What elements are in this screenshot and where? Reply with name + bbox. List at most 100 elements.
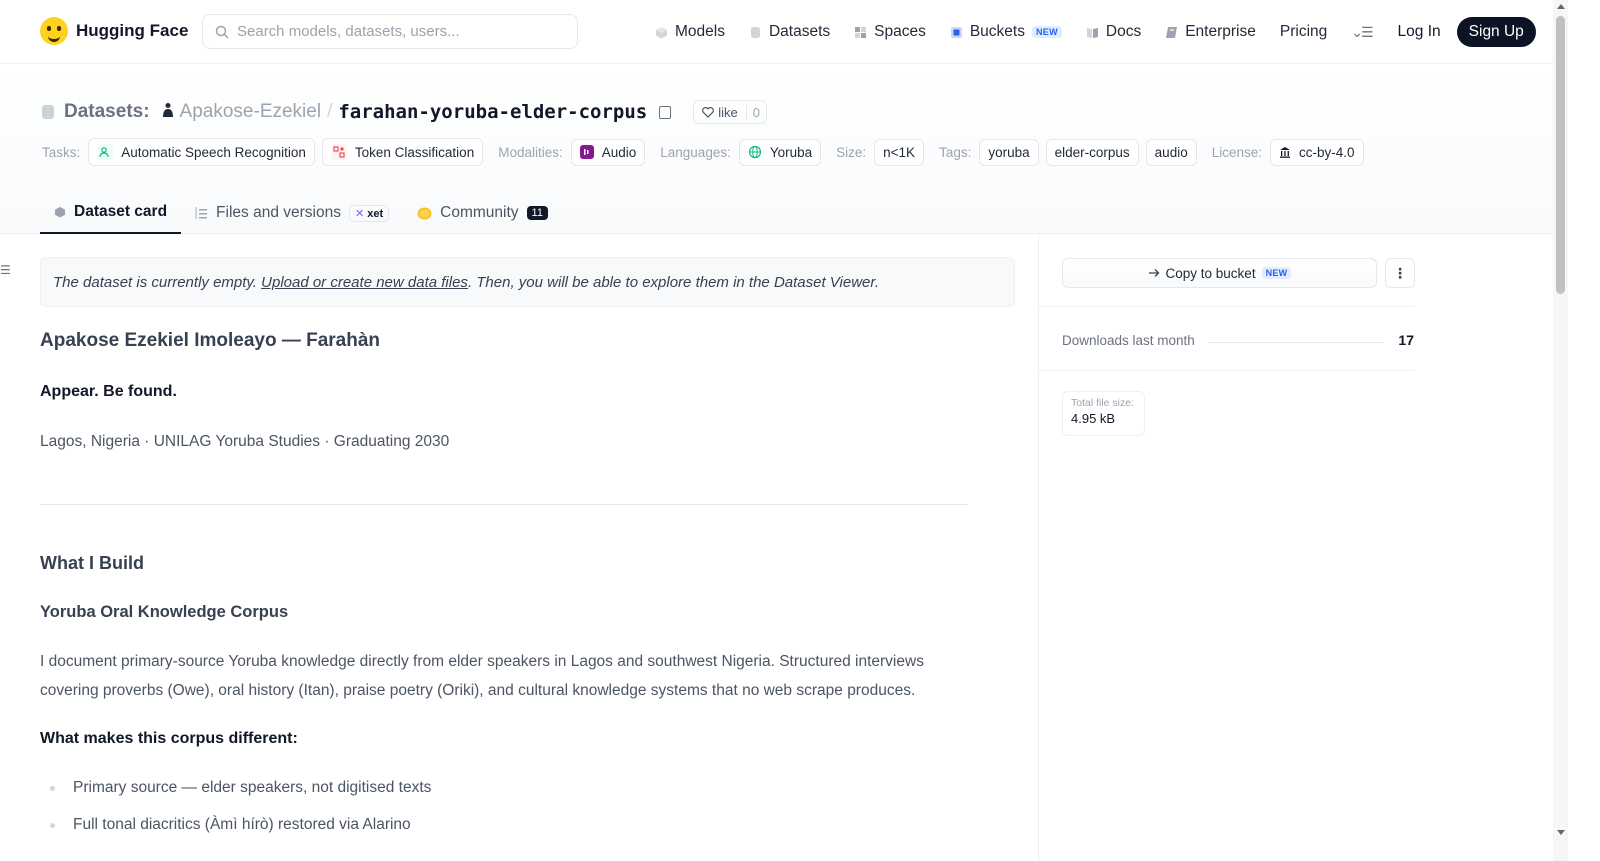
license-chip[interactable]: cc-by-4.0 <box>1270 138 1364 166</box>
repo-title-row: Datasets: Apakose-Ezekiel / farahan-yoru… <box>42 100 767 124</box>
nav-pricing-label: Pricing <box>1279 23 1328 40</box>
tag-label: audio <box>1154 144 1188 160</box>
tasks-label: Tasks: <box>42 144 81 160</box>
language-label: Yoruba <box>769 144 813 160</box>
heart-icon <box>702 106 715 118</box>
tab-files-label: Files and versions <box>216 204 341 221</box>
downloads-label: Downloads last month <box>1062 332 1195 348</box>
toc-toggle-icon[interactable]: ☰ <box>0 263 11 277</box>
audio-icon <box>579 145 594 159</box>
database-icon <box>42 105 54 119</box>
tags-label: Tags: <box>939 144 972 160</box>
cube-icon <box>656 26 667 38</box>
repo-name[interactable]: farahan-yoruba-elder-corpus <box>338 101 647 123</box>
xet-icon: ✕ <box>354 207 365 220</box>
globe-icon <box>748 145 761 159</box>
like-label-group: like <box>694 105 746 120</box>
copy-to-bucket-button[interactable]: Copy to bucket NEW <box>1062 258 1377 288</box>
nav-datasets[interactable]: Datasets <box>749 23 830 41</box>
user-avatar-icon <box>162 101 174 123</box>
path-separator: / <box>327 101 333 122</box>
nav-pricing[interactable]: Pricing <box>1280 23 1327 41</box>
like-button[interactable]: like 0 <box>693 100 767 124</box>
repo-type-label[interactable]: Datasets: <box>64 101 150 123</box>
grid-icon <box>855 26 867 38</box>
downloads-sparkline <box>1208 341 1385 343</box>
file-size-label: Total file size: <box>1071 397 1135 409</box>
section-divider <box>40 504 968 505</box>
search-input[interactable] <box>237 23 557 40</box>
nav-docs[interactable]: Docs <box>1086 23 1141 41</box>
more-options-icon[interactable]: ⋮ <box>1385 258 1415 288</box>
scroll-thumb[interactable] <box>1556 16 1565 294</box>
nav-spaces-label: Spaces <box>874 23 926 40</box>
login-link[interactable]: Log In <box>1398 23 1441 41</box>
scroll-up-icon[interactable] <box>1557 4 1565 9</box>
task-chip-asr[interactable]: Automatic Speech Recognition <box>88 138 315 166</box>
task-token-label: Token Classification <box>354 144 475 160</box>
tab-community-label: Community <box>440 204 519 221</box>
nav-enterprise[interactable]: Enterprise <box>1165 23 1256 41</box>
nav-links: Models Datasets Spaces Buckets NEW Docs … <box>655 0 1536 64</box>
sidebar-divider-2 <box>1038 370 1414 371</box>
hugging-face-logo-icon <box>40 17 68 45</box>
new-badge: NEW <box>1031 26 1062 38</box>
notice-suffix: . Then, you will be able to explore them… <box>467 273 879 291</box>
list-item: Full tonal diacritics (Àmì hírò) restore… <box>40 813 431 850</box>
tag-label: yoruba <box>988 144 1030 160</box>
brand-name: Hugging Face <box>76 21 189 40</box>
nav-buckets-label: Buckets <box>969 23 1025 40</box>
task-chip-token-classification[interactable]: Token Classification <box>321 138 484 166</box>
differences-list: Primary source — elder speakers, not dig… <box>40 776 431 850</box>
sidebar-divider-1 <box>1038 306 1414 307</box>
size-value: n<1K <box>883 144 916 160</box>
modality-chip-audio[interactable]: Audio <box>570 138 646 166</box>
corpus-description: I document primary-source Yoruba knowled… <box>40 653 924 699</box>
tag-chip-yoruba[interactable]: yoruba <box>979 138 1039 166</box>
like-count: 0 <box>745 104 766 120</box>
search-box[interactable] <box>202 14 578 49</box>
book-icon <box>1086 27 1098 38</box>
tab-dataset-card-label: Dataset card <box>74 203 168 220</box>
tab-files-and-versions[interactable]: Files and versions ✕ xet <box>181 192 403 234</box>
tab-dataset-card[interactable]: Dataset card <box>40 192 182 234</box>
modalities-label: Modalities: <box>498 144 563 160</box>
community-count-badge: 11 <box>526 206 548 220</box>
copy-to-bucket-label: Copy to bucket <box>1165 265 1256 281</box>
list-item: Primary source — elder speakers, not dig… <box>40 776 431 813</box>
location-text: Lagos, Nigeria · UNILAG Yoruba Studies ·… <box>40 433 450 450</box>
signup-button[interactable]: Sign Up <box>1456 17 1536 47</box>
copy-icon[interactable] <box>659 105 672 119</box>
tag-chip-audio[interactable]: audio <box>1145 138 1197 166</box>
tab-community[interactable]: Community 11 <box>403 192 562 234</box>
languages-label: Languages: <box>660 144 731 160</box>
license-icon <box>1280 147 1291 158</box>
tag-chip-elder-corpus[interactable]: elder-corpus <box>1045 138 1139 166</box>
task-asr-label: Automatic Speech Recognition <box>121 144 306 160</box>
nav-spaces[interactable]: Spaces <box>854 23 926 41</box>
downloads-value: 17 <box>1398 332 1414 348</box>
xet-badge: ✕ xet <box>348 204 390 222</box>
file-size-value: 4.95 kB <box>1071 411 1116 426</box>
token-classification-icon <box>330 144 347 160</box>
nav-models[interactable]: Models <box>655 23 725 41</box>
nav-buckets[interactable]: Buckets NEW <box>950 23 1062 41</box>
enterprise-icon <box>1166 26 1178 38</box>
repo-owner-link[interactable]: Apakose-Ezekiel <box>180 101 322 123</box>
language-chip-yoruba[interactable]: Yoruba <box>738 138 822 166</box>
notice-prefix: The dataset is currently empty. <box>53 273 262 291</box>
more-menu-icon[interactable]: ⌄☰ <box>1351 24 1373 41</box>
upload-data-link[interactable]: Upload or create new data files <box>261 274 468 291</box>
author-heading: Apakose Ezekiel Imoleayo — Farahàn <box>40 330 381 351</box>
modality-label: Audio <box>601 144 637 160</box>
scroll-down-icon[interactable] <box>1557 830 1565 835</box>
nav-enterprise-label: Enterprise <box>1185 23 1256 40</box>
page-scrollbar[interactable] <box>1553 0 1568 861</box>
differences-heading: What makes this corpus different: <box>40 730 298 747</box>
brand-logo[interactable]: Hugging Face <box>40 17 188 45</box>
new-badge: NEW <box>1261 267 1292 279</box>
size-chip[interactable]: n<1K <box>874 138 925 166</box>
downloads-row: Downloads last month 17 <box>1062 332 1414 348</box>
community-icon <box>417 207 432 219</box>
xet-label: xet <box>367 207 384 220</box>
